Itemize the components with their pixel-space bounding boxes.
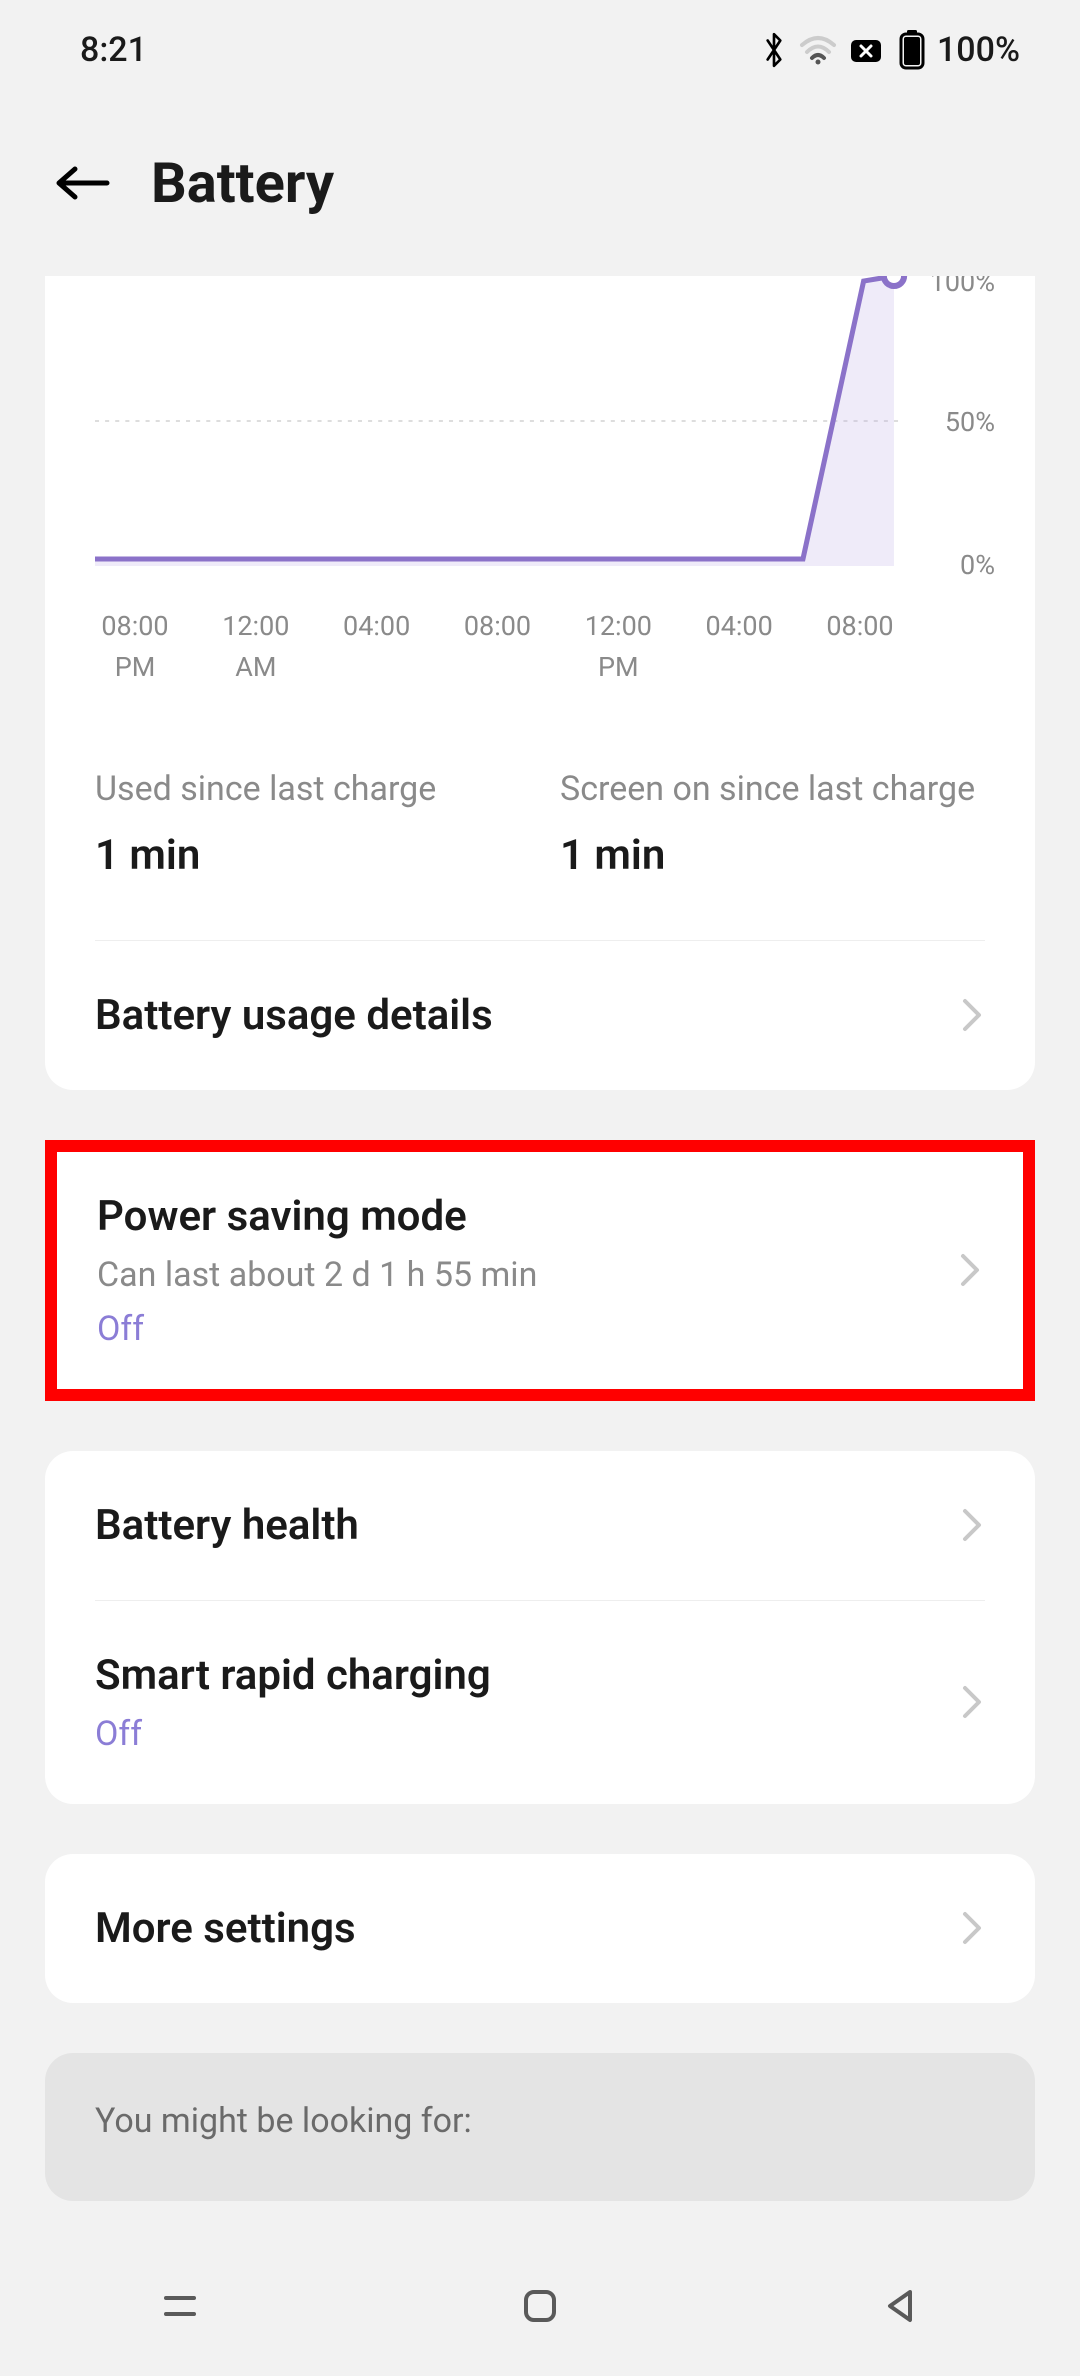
screen-on-value: 1 min: [560, 831, 985, 880]
power-saving-status: Off: [97, 1309, 937, 1349]
recents-icon[interactable]: [156, 2282, 204, 2330]
usage-summary: Used since last charge 1 min Screen on s…: [95, 727, 985, 940]
used-since-charge-label: Used since last charge: [95, 767, 520, 813]
battery-usage-details-title: Battery usage details: [95, 991, 939, 1040]
battery-chart-card: 100% 50% 0% 08:00PM 12:00AM 04:00 08:00 …: [45, 276, 1035, 1090]
power-saving-sub: Can last about 2 d 1 h 55 min: [97, 1255, 937, 1295]
back-nav-icon[interactable]: [876, 2282, 924, 2330]
page-title: Battery: [151, 150, 334, 216]
status-time: 8:21: [80, 30, 147, 70]
power-saving-card: Power saving mode Can last about 2 d 1 h…: [45, 1140, 1035, 1401]
bluetooth-icon: [761, 31, 787, 69]
y-label-0: 0%: [960, 549, 995, 581]
more-settings-card: More settings: [45, 1854, 1035, 2003]
suggestion-banner: You might be looking for:: [45, 2053, 1035, 2201]
navigation-bar: [0, 2236, 1080, 2376]
battery-icon: [899, 30, 925, 70]
battery-health-title: Battery health: [95, 1501, 939, 1550]
x-axis-labels: 08:00PM 12:00AM 04:00 08:00 12:00PM 04:0…: [95, 576, 985, 727]
home-icon[interactable]: [516, 2282, 564, 2330]
status-bar: 8:21 100%: [0, 0, 1080, 100]
battery-usage-details-item[interactable]: Battery usage details: [95, 941, 985, 1090]
power-saving-title: Power saving mode: [97, 1192, 937, 1241]
chevron-right-icon: [959, 995, 985, 1035]
chevron-right-icon: [959, 1505, 985, 1545]
back-icon[interactable]: [55, 163, 111, 203]
battery-health-item[interactable]: Battery health: [95, 1451, 985, 1600]
status-icons: 100%: [761, 30, 1020, 70]
header: Battery: [0, 100, 1080, 276]
no-signal-icon: [849, 35, 887, 65]
battery-health-card: Battery health Smart rapid charging Off: [45, 1451, 1035, 1804]
battery-chart: 100% 50% 0%: [95, 276, 985, 576]
smart-rapid-status: Off: [95, 1714, 939, 1754]
battery-percentage: 100%: [937, 30, 1020, 70]
more-settings-item[interactable]: More settings: [95, 1854, 985, 2003]
chevron-right-icon: [959, 1682, 985, 1722]
chevron-right-icon: [959, 1908, 985, 1948]
y-label-50: 50%: [945, 406, 995, 438]
used-since-charge-value: 1 min: [95, 831, 520, 880]
wifi-icon: [799, 35, 837, 65]
smart-rapid-title: Smart rapid charging: [95, 1651, 939, 1700]
screen-on-label: Screen on since last charge: [560, 767, 985, 813]
chevron-right-icon: [957, 1250, 983, 1290]
more-settings-title: More settings: [95, 1904, 939, 1953]
smart-rapid-charging-item[interactable]: Smart rapid charging Off: [95, 1601, 985, 1804]
y-label-100: 100%: [930, 276, 995, 298]
power-saving-mode-item[interactable]: Power saving mode Can last about 2 d 1 h…: [97, 1182, 983, 1359]
